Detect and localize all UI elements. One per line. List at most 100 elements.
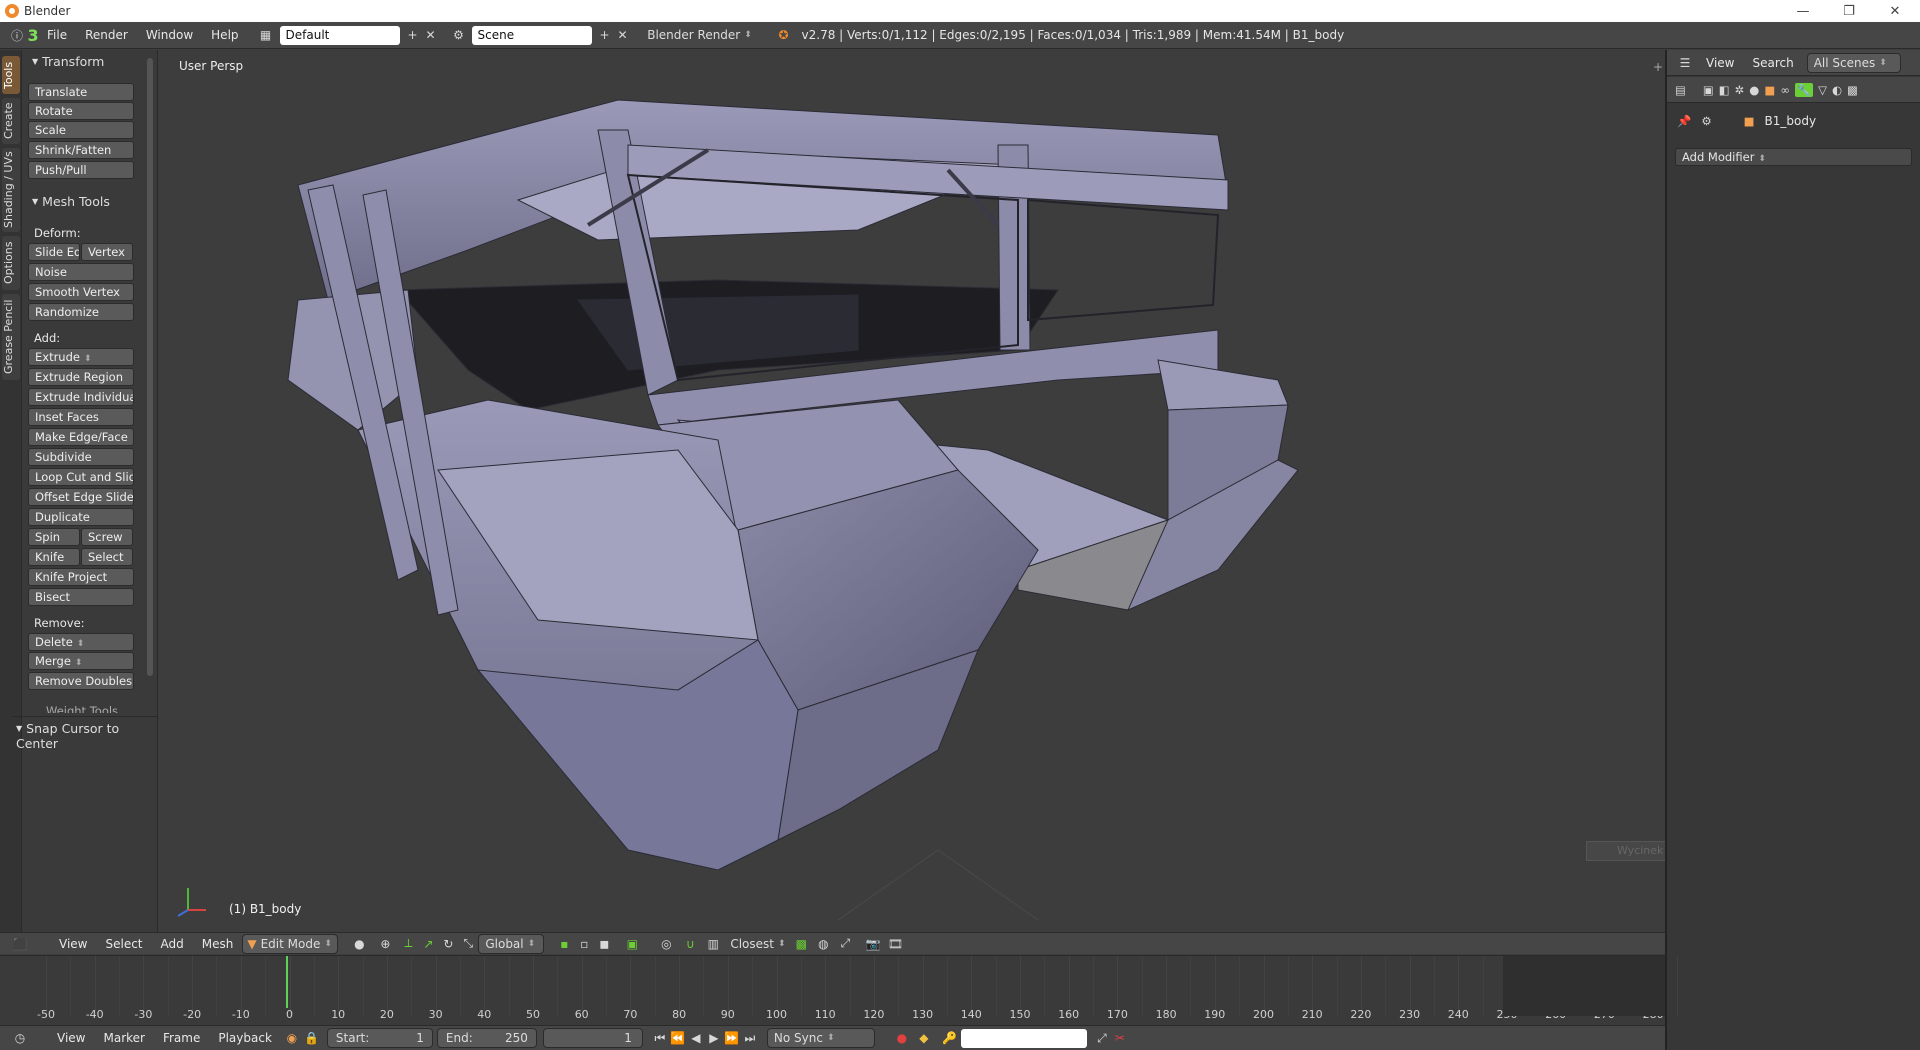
data-tab-icon[interactable]: ▽: [1818, 83, 1827, 97]
tab-tools[interactable]: Tools: [2, 56, 20, 94]
smooth-vertex-button[interactable]: Smooth Vertex: [28, 283, 134, 301]
screw-button[interactable]: Screw: [81, 528, 133, 546]
snap-self-icon[interactable]: ⤢: [834, 936, 856, 951]
outliner-menu-view[interactable]: View: [1697, 56, 1743, 70]
extrude-individual-button[interactable]: Extrude Individual: [28, 388, 134, 406]
push-pull-button[interactable]: Push/Pull: [28, 161, 134, 179]
shrink-fatten-button[interactable]: Shrink/Fatten: [28, 141, 134, 159]
tab-options[interactable]: Options: [2, 236, 20, 290]
tab-shading-uvs[interactable]: Shading / UVs: [2, 148, 20, 232]
view3d-menu-mesh[interactable]: Mesh: [193, 937, 243, 951]
snap-align-icon[interactable]: ▩: [790, 937, 812, 951]
info-editor-icon[interactable]: ⓘ: [6, 27, 28, 44]
knife-select-button[interactable]: Select: [81, 548, 133, 566]
texture-tab-icon[interactable]: ▩: [1847, 83, 1858, 97]
occlude-geometry-icon[interactable]: ▣: [620, 937, 644, 951]
add-layout-icon[interactable]: +: [404, 28, 422, 42]
keying-set-field[interactable]: [960, 1028, 1087, 1048]
view3d-editor-icon[interactable]: ⬛: [8, 937, 32, 951]
timeline-menu-view[interactable]: View: [48, 1031, 94, 1045]
slide-vertex-button[interactable]: Vertex: [81, 243, 133, 261]
pin-icon[interactable]: 📌: [1677, 114, 1691, 128]
world-tab-icon[interactable]: ●: [1749, 83, 1759, 97]
render-tab-icon[interactable]: ▣: [1703, 83, 1714, 97]
inset-faces-button[interactable]: Inset Faces: [28, 408, 134, 426]
timeline-menu-marker[interactable]: Marker: [94, 1031, 153, 1045]
scene-icon[interactable]: ⚙: [448, 28, 470, 42]
merge-button[interactable]: Merge: [28, 652, 134, 670]
edge-select-icon[interactable]: ▫: [574, 937, 594, 951]
loop-cut-and-slide-button[interactable]: Loop Cut and Slide: [28, 468, 134, 486]
scene-tab-icon[interactable]: ✲: [1735, 83, 1745, 97]
pivot-point-icon[interactable]: ⊕: [372, 937, 398, 951]
remove-scene-icon[interactable]: ✕: [614, 28, 632, 42]
add-scene-icon[interactable]: +: [596, 28, 614, 42]
tab-create[interactable]: Create: [2, 98, 20, 144]
minimize-button[interactable]: —: [1780, 0, 1826, 22]
noise-button[interactable]: Noise: [28, 263, 134, 281]
rotate-button[interactable]: Rotate: [28, 102, 134, 120]
menu-help[interactable]: Help: [202, 28, 247, 42]
menu-window[interactable]: Window: [137, 28, 202, 42]
record-icon[interactable]: ●: [891, 1031, 913, 1045]
material-tab-icon[interactable]: ◐: [1832, 83, 1842, 97]
current-frame-field[interactable]: 1: [542, 1028, 643, 1048]
scenes-filter-select[interactable]: All Scenes: [1806, 52, 1901, 73]
object-tab-icon[interactable]: ■: [1764, 83, 1775, 97]
lock-range-icon[interactable]: 🔒: [303, 1031, 321, 1045]
view3d-menu-view[interactable]: View: [50, 937, 96, 951]
jump-start-icon[interactable]: ⏮: [651, 1031, 669, 1046]
insert-keyframe-icon[interactable]: ⤢: [1093, 1031, 1111, 1046]
randomize-button[interactable]: Randomize: [28, 303, 134, 321]
proportional-edit-icon[interactable]: ◎: [654, 937, 678, 951]
next-keyframe-icon[interactable]: ⏩: [723, 1031, 741, 1045]
timeline-editor-icon[interactable]: ◷: [8, 1031, 32, 1045]
prev-keyframe-icon[interactable]: ⏪: [669, 1031, 687, 1045]
keyframe-icon[interactable]: ◆: [913, 1031, 935, 1045]
rotate-manipulator-icon[interactable]: ↻: [438, 937, 458, 951]
scene-field[interactable]: Scene: [471, 25, 592, 45]
offset-edge-slide-button[interactable]: Offset Edge Slide: [28, 488, 134, 506]
tool-shelf-scrollbar[interactable]: [147, 58, 153, 676]
manipulator-icon[interactable]: ⟂: [398, 936, 418, 951]
subdivide-button[interactable]: Subdivide: [28, 448, 134, 466]
outliner-menu-search[interactable]: Search: [1743, 56, 1802, 70]
knife-project-button[interactable]: Knife Project: [28, 568, 134, 586]
extrude-region-button[interactable]: Extrude Region: [28, 368, 134, 386]
play-reverse-icon[interactable]: ◀: [687, 1031, 705, 1045]
layout-field[interactable]: Default: [279, 25, 400, 45]
extrude-button[interactable]: Extrude: [28, 348, 134, 366]
viewport-plus-icon[interactable]: +: [1653, 60, 1663, 74]
snap-target-select[interactable]: Closest: [724, 933, 791, 954]
scale-manipulator-icon[interactable]: ⤡: [458, 936, 478, 951]
delete-keyframe-icon[interactable]: ✂: [1111, 1031, 1129, 1045]
remove-layout-icon[interactable]: ✕: [422, 28, 440, 42]
remove-doubles-button[interactable]: Remove Doubles: [28, 672, 134, 690]
opengl-render-icon[interactable]: 📷: [862, 937, 884, 951]
snap-project-icon[interactable]: ◍: [812, 937, 834, 951]
delete-button[interactable]: Delete: [28, 633, 134, 651]
current-frame-marker[interactable]: [286, 956, 288, 1008]
snap-element-icon[interactable]: ▥: [702, 937, 724, 951]
bisect-button[interactable]: Bisect: [28, 588, 134, 606]
slide-edge-button[interactable]: Slide Ed: [28, 243, 80, 261]
mode-select[interactable]: ▼ Edit Mode: [242, 933, 339, 954]
restore-button[interactable]: ❐: [1826, 0, 1872, 22]
menu-render[interactable]: Render: [76, 28, 137, 42]
add-modifier-select[interactable]: Add Modifier: [1675, 148, 1912, 166]
sync-select[interactable]: No Sync: [766, 1028, 875, 1048]
3d-viewport[interactable]: User Persp (1) B1_body +: [158, 50, 1665, 932]
view3d-menu-add[interactable]: Add: [152, 937, 193, 951]
translate-button[interactable]: Translate: [28, 83, 134, 101]
translate-manipulator-icon[interactable]: ↗: [418, 937, 438, 951]
close-window-button[interactable]: ✕: [1872, 0, 1918, 22]
opengl-anim-icon[interactable]: 🎞: [884, 937, 906, 951]
timeline-area[interactable]: -50 -40 -30 -20 -10 0 10 20 30 40 50 60 70 80 90 100 110…: [0, 955, 1679, 1025]
tab-grease-pencil[interactable]: Grease Pencil: [2, 294, 20, 380]
face-select-icon[interactable]: ◼: [594, 937, 614, 951]
render-engine-select[interactable]: Blender Render: [645, 25, 754, 45]
snap-cursor-panel-title[interactable]: Snap Cursor to Center: [12, 716, 162, 751]
view3d-menu-select[interactable]: Select: [96, 937, 151, 951]
timeline-menu-playback[interactable]: Playback: [209, 1031, 281, 1045]
end-frame-field[interactable]: End: 250: [436, 1028, 537, 1048]
